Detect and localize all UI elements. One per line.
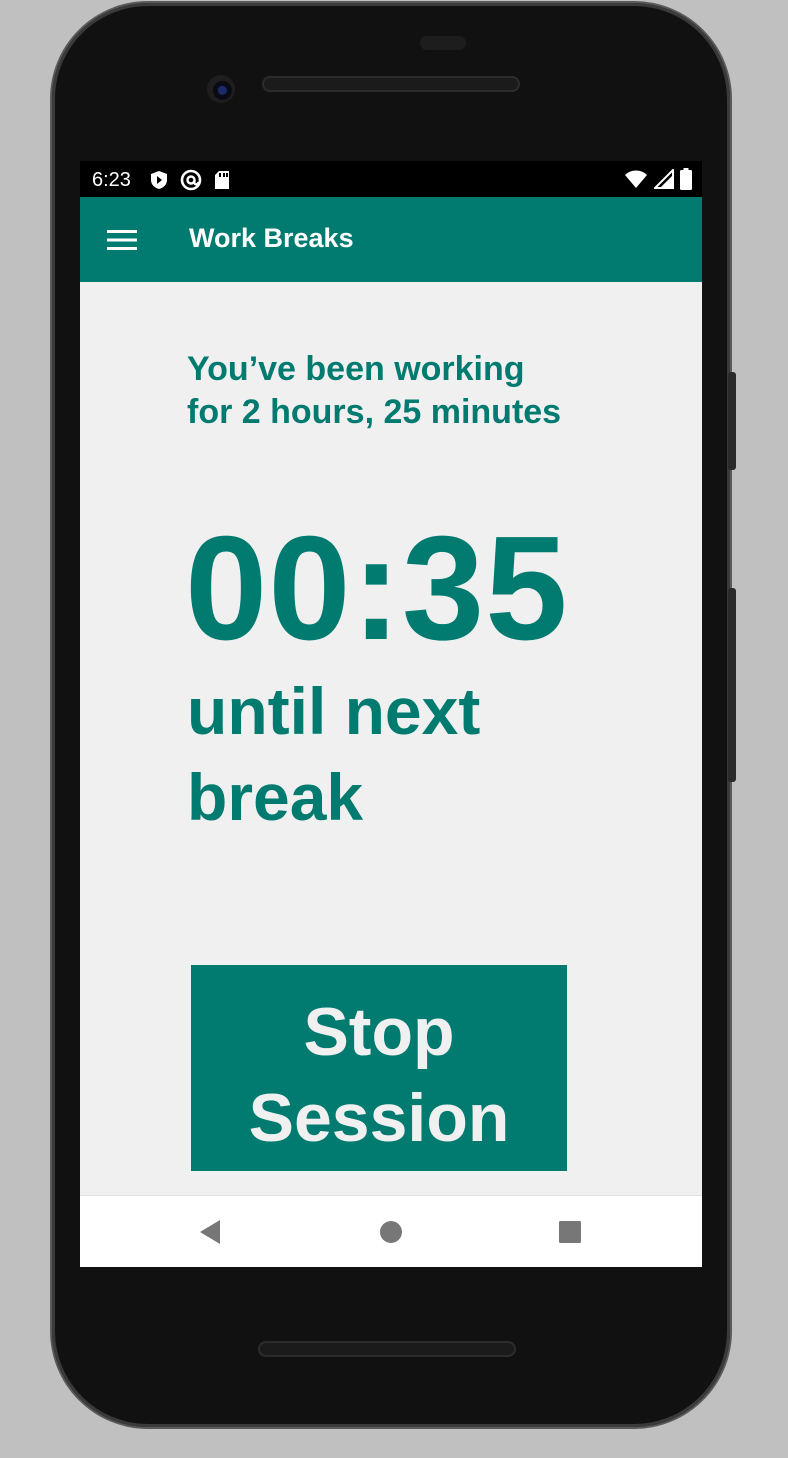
earpiece-notch <box>420 36 466 50</box>
front-camera <box>207 75 235 103</box>
until-next-break-text: until next break <box>187 668 607 840</box>
cell-signal-icon <box>652 167 674 195</box>
until-line-1: until next <box>187 674 481 748</box>
app-bar: Work Breaks <box>80 197 702 282</box>
battery-icon <box>680 168 692 196</box>
wifi-icon <box>624 169 648 195</box>
break-countdown: 00:35 <box>185 506 569 671</box>
at-sign-icon <box>180 169 202 197</box>
until-line-2: break <box>187 760 364 834</box>
back-icon[interactable] <box>194 1216 226 1248</box>
status-time: 6:23 <box>92 169 131 191</box>
shield-icon <box>150 170 168 196</box>
stop-button-line-2: Session <box>248 1080 510 1156</box>
stop-button-line-1: Stop <box>303 994 455 1070</box>
top-speaker <box>262 76 520 92</box>
working-line-2: for 2 hours, 25 minutes <box>187 393 562 431</box>
status-icons-left <box>150 169 230 197</box>
hamburger-menu-icon[interactable] <box>98 219 146 261</box>
system-nav-bar <box>80 1195 702 1267</box>
app-title: Work Breaks <box>189 223 354 253</box>
device-screen: 6:23 Work Breaks You’ve been working for… <box>80 161 702 1267</box>
status-icons-right <box>624 167 692 196</box>
main-content: You’ve been working for 2 hours, 25 minu… <box>80 282 702 1195</box>
status-bar: 6:23 <box>80 161 702 197</box>
stop-session-button[interactable]: Stop Session <box>191 965 567 1171</box>
recents-icon[interactable] <box>554 1216 586 1248</box>
home-icon[interactable] <box>375 1216 407 1248</box>
bottom-speaker <box>258 1341 516 1357</box>
sd-card-icon <box>214 170 230 196</box>
working-duration-text: You’ve been working for 2 hours, 25 minu… <box>187 348 607 434</box>
volume-button <box>728 588 736 782</box>
power-button <box>728 372 736 470</box>
working-line-1: You’ve been working <box>187 350 525 388</box>
